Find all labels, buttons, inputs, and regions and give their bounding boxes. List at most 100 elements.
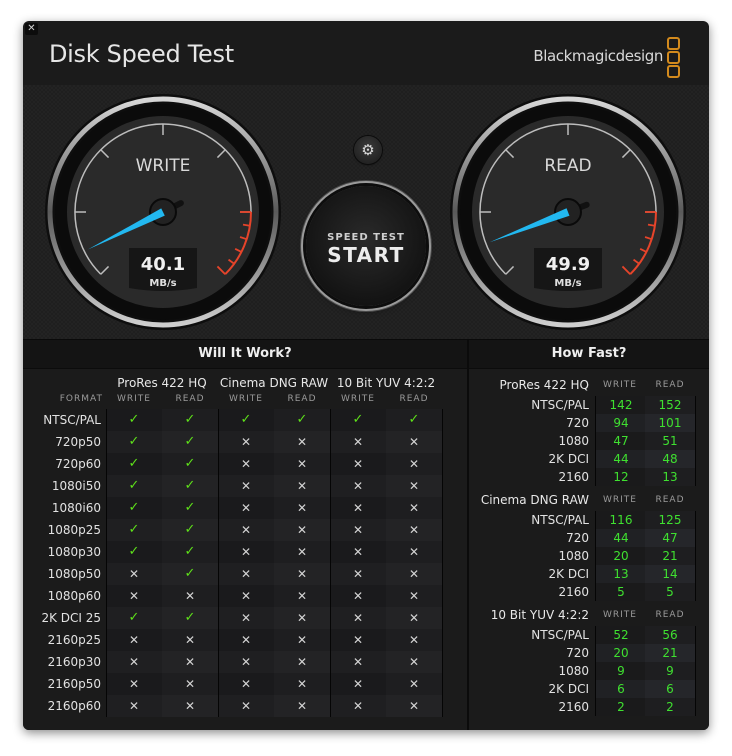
disk-speed-test-window: ✕ Disk Speed Test Blackmagicdesign WRITE… (23, 21, 709, 730)
column-divider (218, 409, 219, 717)
cross-icon: ✕ (218, 695, 274, 717)
cross-icon: ✕ (330, 519, 386, 541)
codec-header: Cinema DNG RAW (480, 493, 589, 507)
table-row: 2160 12 13 (469, 468, 709, 486)
table-row: 2K DCI 44 48 (469, 450, 709, 468)
read-speed-value: 21 (645, 644, 696, 662)
table-row: 2160p50 ✕ ✕ ✕ ✕ ✕ ✕ (48, 673, 442, 695)
table-row: 2K DCI 13 14 (469, 565, 709, 583)
format-label: 2160 (558, 585, 589, 599)
check-icon: ✓ (162, 409, 218, 431)
cross-icon: ✕ (386, 519, 442, 541)
cross-icon: ✕ (330, 563, 386, 585)
cross-icon: ✕ (386, 541, 442, 563)
cross-icon: ✕ (106, 695, 162, 717)
cross-icon: ✕ (330, 541, 386, 563)
format-label: 2160p50 (47, 677, 101, 691)
codec-header: ProRes 422 HQ (499, 378, 589, 392)
close-button[interactable]: ✕ (25, 23, 38, 35)
write-speed-value: 44 (595, 450, 646, 468)
read-speed-value: 48 (645, 450, 696, 468)
column-subheader: READ (175, 394, 205, 404)
gauge-red-tick (647, 223, 656, 227)
check-icon: ✓ (162, 607, 218, 629)
format-label: 2K DCI 25 (41, 611, 101, 625)
cross-icon: ✕ (218, 497, 274, 519)
cross-icon: ✕ (162, 651, 218, 673)
cross-icon: ✕ (330, 585, 386, 607)
app-title: Disk Speed Test (49, 40, 234, 68)
read-speed-value: 5 (645, 583, 696, 601)
check-icon: ✓ (162, 497, 218, 519)
check-icon: ✓ (162, 541, 218, 563)
table-row: 720 20 21 (469, 644, 709, 662)
format-label: 1080p30 (47, 545, 101, 559)
read-speed-value: 2 (645, 698, 696, 716)
cross-icon: ✕ (330, 695, 386, 717)
write-speed-value: 6 (595, 680, 646, 698)
check-icon: ✓ (106, 453, 162, 475)
format-label: 1080p25 (47, 523, 101, 537)
format-label: 2160 (558, 700, 589, 714)
settings-button[interactable]: ⚙ (354, 136, 382, 164)
cross-icon: ✕ (218, 519, 274, 541)
check-icon: ✓ (106, 409, 162, 431)
cross-icon: ✕ (162, 673, 218, 695)
read-speed-value: 6 (645, 680, 696, 698)
write-speed-value: 142 (595, 396, 646, 414)
write-speed-value: 5 (595, 583, 646, 601)
cross-icon: ✕ (218, 607, 274, 629)
cross-icon: ✕ (274, 453, 330, 475)
write-speed-value: 44 (595, 529, 646, 547)
table-row: NTSC/PAL ✓ ✓ ✓ ✓ ✓ ✓ (43, 409, 442, 431)
cross-icon: ✕ (274, 673, 330, 695)
check-icon: ✓ (106, 541, 162, 563)
format-label: 720 (566, 416, 589, 430)
cross-icon: ✕ (218, 585, 274, 607)
cross-icon: ✕ (330, 497, 386, 519)
format-label: 720 (566, 531, 589, 545)
read-speed-value: 9 (645, 662, 696, 680)
close-icon: ✕ (27, 23, 36, 34)
table-row: 1080 9 9 (469, 662, 709, 680)
cross-icon: ✕ (386, 431, 442, 453)
will-it-work-title: Will It Work? (23, 340, 467, 369)
cross-icon: ✕ (274, 695, 330, 717)
column-subheader: WRITE (603, 495, 637, 505)
table-row: 720 94 101 (469, 414, 709, 432)
format-label: 1080i60 (51, 501, 101, 515)
cross-icon: ✕ (218, 563, 274, 585)
write-speed-value: 13 (595, 565, 646, 583)
cross-icon: ✕ (330, 453, 386, 475)
column-subheader: READ (655, 495, 685, 505)
how-fast-panel: How Fast? ProRes 422 HQ WRITE READ NTSC/PAL… (469, 340, 709, 730)
gauge-unit: MB/s (149, 278, 176, 289)
read-speed-value: 152 (645, 396, 696, 414)
format-label: 720p50 (55, 435, 101, 449)
read-speed-value: 14 (645, 565, 696, 583)
table-row: 2K DCI 25 ✓ ✓ ✕ ✕ ✕ ✕ (41, 607, 442, 629)
gauge-red-tick (242, 223, 251, 227)
table-row: 720p50 ✓ ✓ ✕ ✕ ✕ ✕ (55, 431, 442, 453)
read-speed-value: 56 (645, 626, 696, 644)
codec-header: ProRes 422 HQ (117, 376, 207, 390)
cross-icon: ✕ (386, 475, 442, 497)
table-row: 1080 20 21 (469, 547, 709, 565)
read-speed-value: 47 (645, 529, 696, 547)
column-divider (106, 409, 107, 717)
cross-icon: ✕ (274, 629, 330, 651)
start-button[interactable]: SPEED TEST START (306, 186, 426, 306)
column-subheader: WRITE (603, 610, 637, 620)
write-speed-value: 94 (595, 414, 646, 432)
cross-icon: ✕ (106, 585, 162, 607)
table-row: 2160 2 2 (469, 698, 709, 716)
format-label: NTSC/PAL (531, 513, 589, 527)
format-label: 1080i50 (51, 479, 101, 493)
cross-icon: ✕ (330, 629, 386, 651)
cross-icon: ✕ (274, 563, 330, 585)
cross-icon: ✕ (106, 629, 162, 651)
format-label: 2160p25 (47, 633, 101, 647)
check-icon: ✓ (106, 607, 162, 629)
brand-logo-icon (667, 37, 680, 78)
cross-icon: ✕ (386, 453, 442, 475)
